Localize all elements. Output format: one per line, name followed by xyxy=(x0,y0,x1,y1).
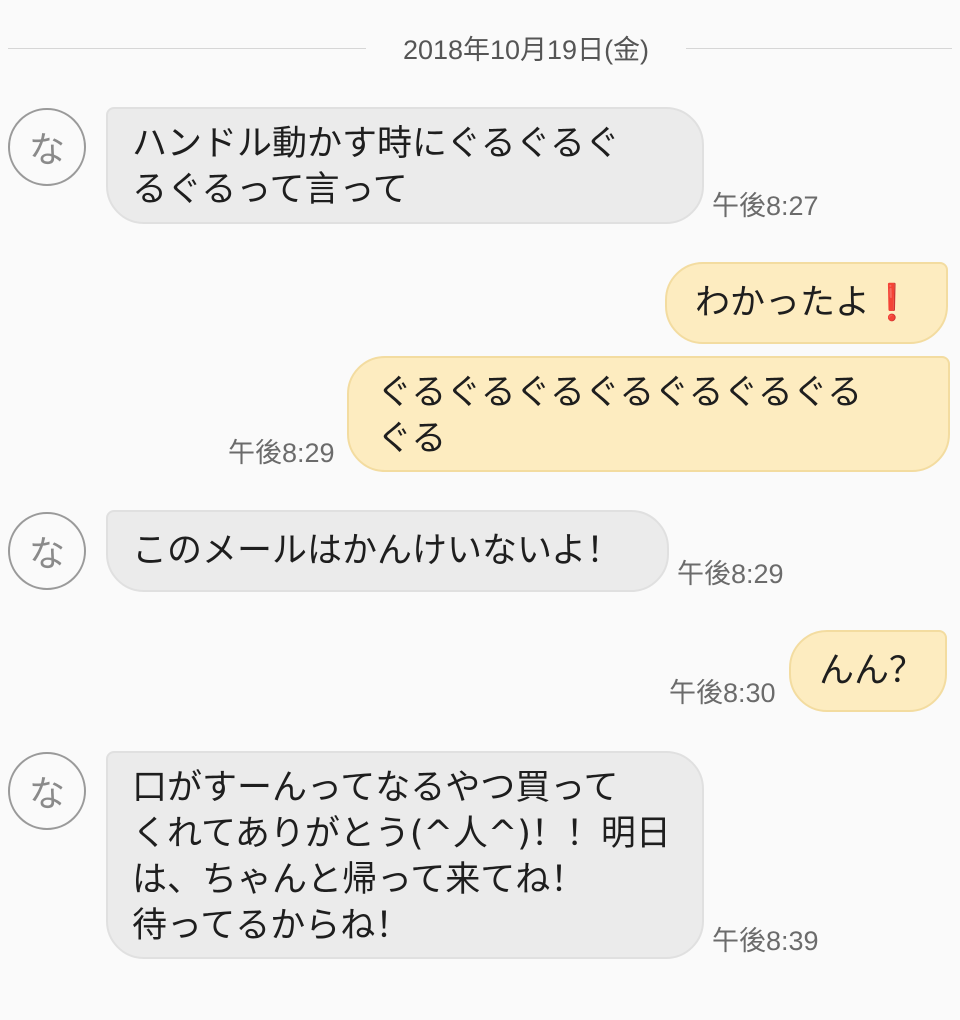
message-timestamp: 午後8:29 xyxy=(677,559,784,589)
message-text-line: 口がすーんってなるやつ買って xyxy=(132,768,619,808)
message-bubble-outgoing[interactable]: んん？ xyxy=(789,630,947,712)
message-text-line: ぐる xyxy=(377,419,447,459)
message-text-line: は、ちゃんと帰って来てね！ xyxy=(132,860,586,900)
message-text-line: るぐるって言って xyxy=(132,170,408,210)
message-text-line: ハンドル動かす時にぐるぐるぐ xyxy=(132,124,620,164)
message-bubble-outgoing[interactable]: ぐるぐるぐるぐるぐるぐるぐる ぐる xyxy=(347,356,950,472)
message-timestamp: 午後8:30 xyxy=(669,678,776,708)
message-timestamp: 午後8:27 xyxy=(712,191,819,221)
message-bubble-incoming[interactable]: このメールはかんけいないよ！ xyxy=(106,510,669,592)
divider-line-left xyxy=(8,48,366,49)
message-text-line: このメールはかんけいないよ！ xyxy=(132,531,622,571)
message-text-line: んん？ xyxy=(819,651,925,691)
message-text-line: ぐるぐるぐるぐるぐるぐるぐる xyxy=(377,373,863,413)
contact-avatar[interactable]: な xyxy=(8,752,86,830)
message-text-line: 待ってるからね！ xyxy=(132,906,411,946)
message-bubble-outgoing[interactable]: わかったよ❗ xyxy=(665,262,948,344)
divider-line-right xyxy=(686,48,952,49)
contact-avatar[interactable]: な xyxy=(8,512,86,590)
message-bubble-incoming[interactable]: ハンドル動かす時にぐるぐるぐ るぐるって言って xyxy=(106,107,704,224)
message-timestamp: 午後8:39 xyxy=(712,926,819,956)
message-bubble-incoming[interactable]: 口がすーんってなるやつ買って くれてありがとう(^人^)！！明日 は、ちゃんと帰… xyxy=(106,751,704,959)
message-timestamp: 午後8:29 xyxy=(228,438,335,468)
contact-avatar[interactable]: な xyxy=(8,108,86,186)
message-text: わかったよ xyxy=(695,283,871,323)
exclamation-emoji-icon: ❗ xyxy=(870,283,914,323)
date-header: 2018年10月19日(金) xyxy=(402,35,650,65)
message-text-line: くれてありがとう(^人^)！！明日 xyxy=(132,814,671,854)
